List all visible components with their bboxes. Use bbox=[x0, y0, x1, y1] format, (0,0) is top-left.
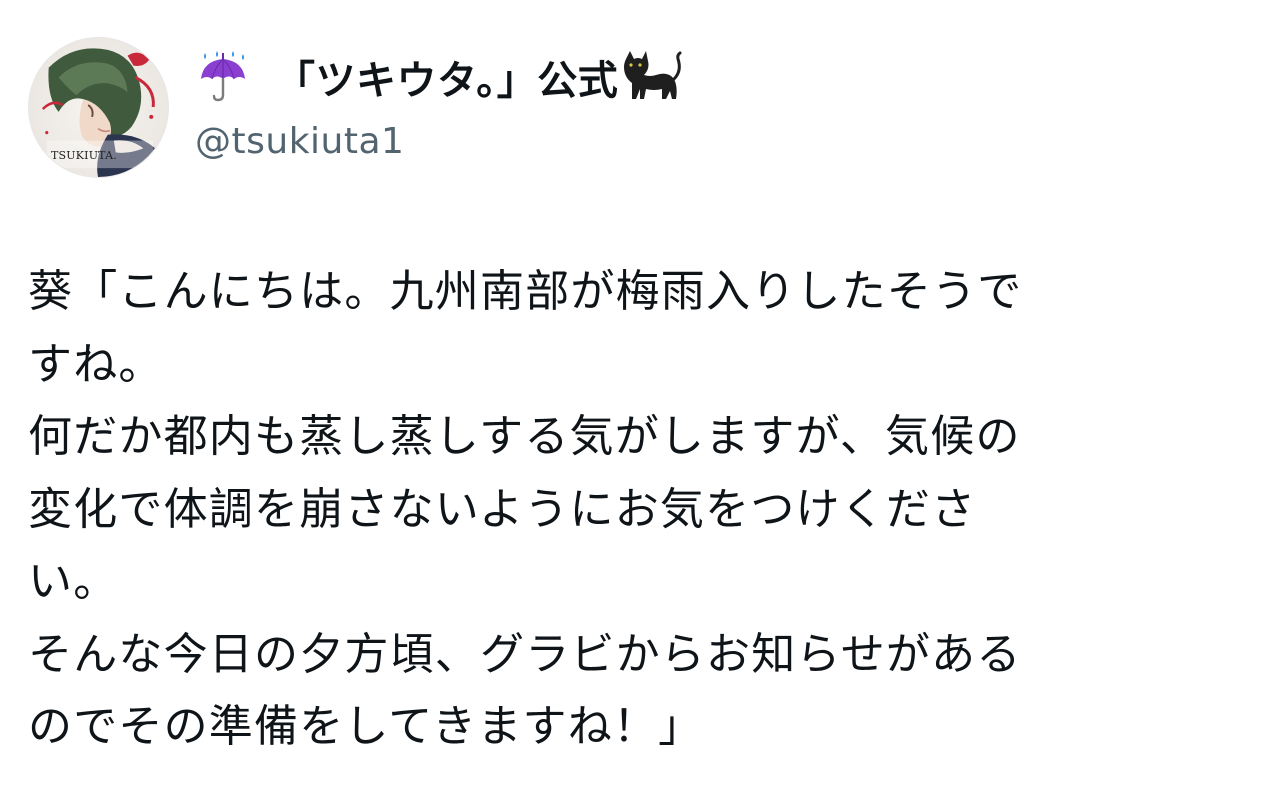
tweet-text-line: のでその準備をしてきますね！」 bbox=[28, 701, 704, 752]
avatar[interactable]: TSUKIUTA. bbox=[28, 37, 169, 178]
avatar-caption: TSUKIUTA. bbox=[51, 149, 117, 162]
tweet: TSUKIUTA. 「ツキウタ。」公式 @tsukiuta1 葵「こんにちは。九… bbox=[0, 0, 1284, 806]
author-handle[interactable]: @tsukiuta1 bbox=[195, 121, 684, 162]
black-cat-icon bbox=[620, 49, 684, 105]
tweet-text-line: すね。 bbox=[28, 338, 164, 390]
tweet-text-line: そんな今日の夕方頃、グラビからお知らせがある bbox=[28, 628, 1022, 680]
tweet-text-line: 変化で体調を崩さないようにお気をつけくださ bbox=[28, 483, 977, 535]
tweet-text-line: 葵「こんにちは。九州南部が梅雨入りしたそうで bbox=[28, 266, 1023, 317]
tweet-text-line: い。 bbox=[28, 556, 119, 607]
umbrella-with-rain-icon bbox=[195, 49, 251, 105]
display-name: 「ツキウタ。」公式 bbox=[275, 58, 619, 104]
display-name-row[interactable]: 「ツキウタ。」公式 bbox=[195, 47, 684, 107]
tweet-text-line: 何だか都内も蒸し蒸しする気がしますが、気候の bbox=[28, 411, 1021, 462]
author-names: 「ツキウタ。」公式 @tsukiuta1 bbox=[195, 47, 684, 162]
tweet-text: 葵「こんにちは。九州南部が梅雨入りしたそうで すね。 何だか都内も蒸し蒸しする気… bbox=[28, 256, 1253, 764]
tweet-header: TSUKIUTA. 「ツキウタ。」公式 @tsukiuta1 bbox=[28, 37, 684, 179]
